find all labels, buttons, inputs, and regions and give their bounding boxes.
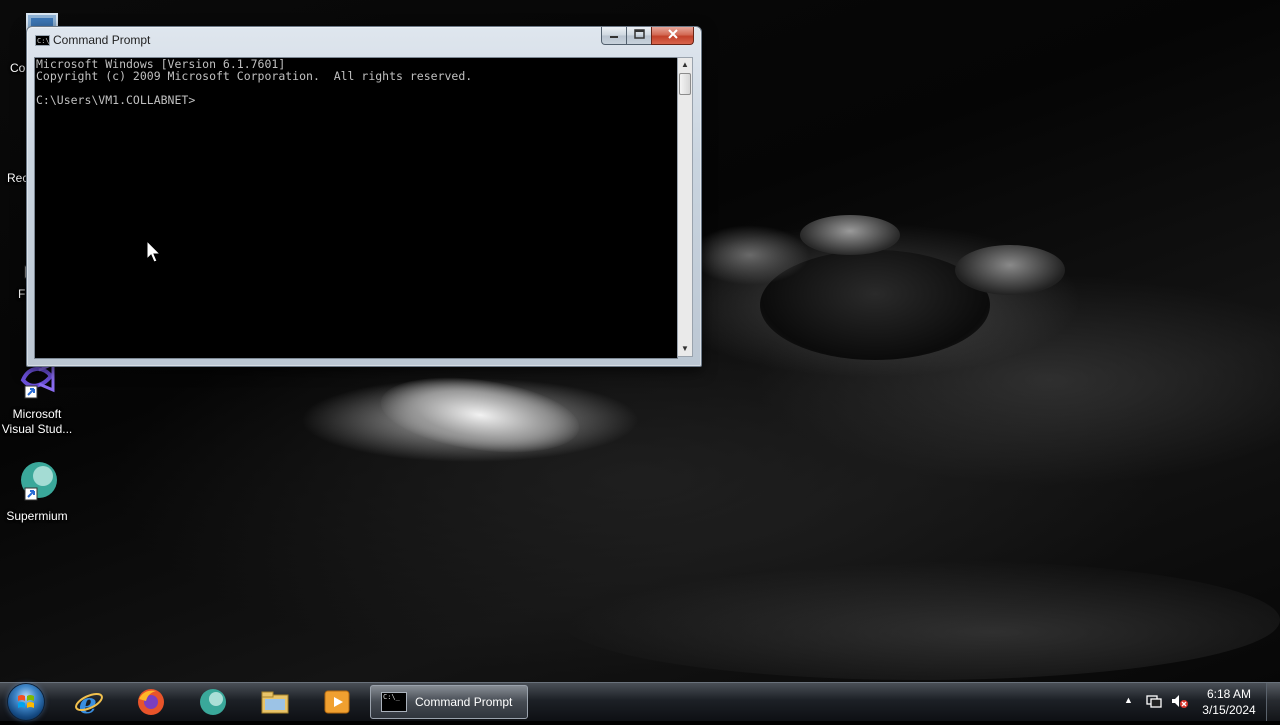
chevron-down-icon: ▼ [681, 344, 689, 353]
taskbar-file-explorer[interactable] [248, 685, 302, 719]
chevron-up-icon: ▲ [1124, 695, 1133, 705]
desktop-icon-label: Supermium [6, 509, 68, 523]
start-button[interactable] [8, 684, 44, 720]
taskbar-supermium[interactable] [186, 685, 240, 719]
console-area[interactable]: Microsoft Windows [Version 6.1.7601] Cop… [34, 57, 678, 359]
taskbar: e C:\_ Command Prompt ▲ 6:18 AM 3/15/202… [0, 682, 1280, 721]
mouse-pointer-icon [146, 239, 162, 264]
minimize-button[interactable] [601, 27, 627, 45]
clock-time: 6:18 AM [1206, 687, 1252, 701]
taskbar-item-label: Command Prompt [415, 695, 513, 709]
vertical-scrollbar[interactable]: ▲ ▼ [677, 57, 693, 357]
desktop-icon-label: Visual Stud... [1, 422, 73, 436]
wallpaper-controller-button [955, 245, 1065, 295]
desktop-icon-visual-studio[interactable]: Microsoft Visual Stud... [0, 356, 74, 437]
show-desktop-button[interactable] [1266, 683, 1280, 721]
supermium-icon [13, 458, 61, 506]
wallpaper-controller-button [800, 215, 900, 255]
clock-date: 3/15/2024 [1202, 703, 1256, 717]
maximize-button[interactable] [626, 27, 652, 45]
close-button[interactable] [651, 27, 694, 45]
wallpaper-highlight [690, 225, 810, 285]
taskbar-command-prompt[interactable]: C:\_ Command Prompt [370, 685, 528, 719]
taskbar-internet-explorer[interactable]: e [62, 685, 116, 720]
maximize-icon [633, 27, 645, 46]
firefox-icon [136, 687, 166, 717]
windows-logo-icon [18, 695, 34, 708]
svg-text:e: e [79, 687, 97, 717]
volume-muted-icon[interactable] [1170, 693, 1188, 709]
cmd-icon: C:\ [35, 35, 50, 46]
window-title: Command Prompt [53, 33, 151, 47]
file-explorer-icon [260, 687, 290, 717]
media-player-icon [322, 687, 352, 717]
wallpaper-controller-grip [376, 366, 584, 464]
scroll-thumb[interactable] [679, 73, 691, 95]
desktop-icon-label: Microsoft [12, 407, 62, 421]
show-hidden-icons-button[interactable]: ▲ [1124, 695, 1133, 705]
chevron-up-icon: ▲ [681, 60, 689, 69]
window-titlebar[interactable]: C:\ Command Prompt [27, 27, 701, 53]
console-output: Microsoft Windows [Version 6.1.7601] Cop… [36, 57, 473, 107]
internet-explorer-icon: e [74, 687, 104, 720]
network-icon[interactable] [1146, 693, 1162, 709]
wallpaper-shadow [560, 560, 1280, 680]
minimize-icon [608, 27, 620, 46]
cmd-icon: C:\_ [381, 692, 407, 712]
command-prompt-window[interactable]: C:\ Command Prompt Microsoft Windows [Ve… [26, 26, 702, 367]
system-clock[interactable]: 6:18 AM 3/15/2024 [1196, 686, 1262, 718]
scroll-up-button[interactable]: ▲ [678, 58, 692, 72]
close-icon [667, 27, 679, 46]
taskbar-media-player[interactable] [310, 685, 364, 719]
taskbar-firefox[interactable] [124, 685, 178, 719]
supermium-icon [198, 687, 228, 717]
scroll-down-button[interactable]: ▼ [678, 342, 692, 356]
desktop-icon-supermium[interactable]: Supermium [0, 458, 74, 524]
